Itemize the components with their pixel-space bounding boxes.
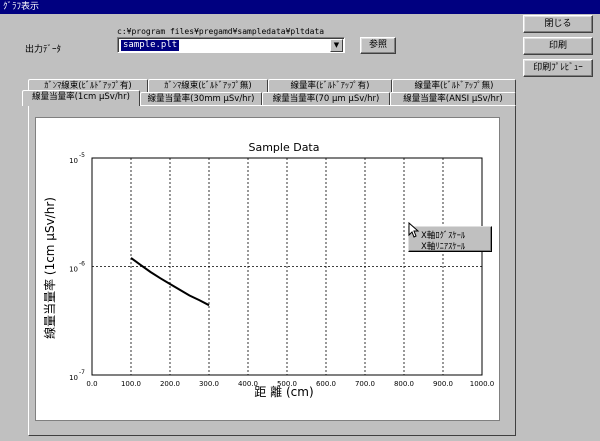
output-file-combo[interactable]: sample.plt ▼	[117, 37, 345, 53]
x-tick-label: 500.0	[277, 380, 297, 388]
x-tick-label: 800.0	[394, 380, 414, 388]
x-tick-label: 700.0	[355, 380, 375, 388]
browse-button[interactable]: 参照	[360, 37, 396, 54]
tab-gamma-flux-no-buildup[interactable]: ｶﾞﾝﾏ線束(ﾋﾞﾙﾄﾞｱｯﾌﾟ無)	[148, 79, 268, 93]
x-tick-label: 600.0	[316, 380, 336, 388]
output-file-value: sample.plt	[121, 40, 180, 51]
y-tick-label: 10	[69, 266, 78, 274]
tab-dose-eq-70um[interactable]: 線量当量率(70 μm μSv/hr)	[262, 92, 390, 106]
tab-dose-eq-ansi[interactable]: 線量当量率(ANSI μSv/hr)	[390, 92, 516, 106]
chart-area: Sample Data 距 離 (cm) 線量当量率 (1cm μSv/hr) …	[35, 117, 500, 421]
x-tick-label: 100.0	[121, 380, 141, 388]
tab-dose-eq-1cm[interactable]: 線量当量率(1cm μSv/hr)	[22, 90, 140, 106]
x-tick-label: 1000.0	[470, 380, 495, 388]
y-tick-label: 10	[69, 374, 78, 382]
x-tick-label: 0.0	[86, 380, 97, 388]
tab-dose-rate-buildup[interactable]: 線量率(ﾋﾞﾙﾄﾞｱｯﾌﾟ有)	[268, 79, 392, 93]
print-preview-button[interactable]: 印刷ﾌﾟﾚﾋﾞｭｰ	[523, 59, 593, 77]
y-tick-exponent: -6	[79, 261, 85, 268]
output-data-label: 出力ﾃﾞｰﾀ	[25, 45, 62, 55]
x-tick-label: 200.0	[160, 380, 180, 388]
menu-item-x-linear-scale[interactable]: X軸ﾘﾆｱｽｹｰﾙ	[421, 240, 465, 252]
x-tick-label: 300.0	[199, 380, 219, 388]
tab-dose-rate-no-buildup[interactable]: 線量率(ﾋﾞﾙﾄﾞｱｯﾌﾟ無)	[392, 79, 516, 93]
mouse-cursor-icon	[408, 222, 420, 238]
y-tick-label: 10	[69, 157, 78, 165]
y-axis-label: 線量当量率 (1cm μSv/hr)	[42, 197, 57, 339]
y-tick-exponent: -5	[79, 152, 85, 159]
x-tick-label: 900.0	[433, 380, 453, 388]
output-path: c:¥program files¥pregamd¥sampledata¥pltd…	[117, 27, 325, 36]
window-title: ｸﾞﾗﾌ表示	[0, 0, 600, 14]
print-button[interactable]: 印刷	[523, 37, 593, 55]
tab-dose-eq-30mm[interactable]: 線量当量率(30mm μSv/hr)	[140, 92, 262, 106]
dose-rate-chart: Sample Data 距 離 (cm) 線量当量率 (1cm μSv/hr) …	[42, 141, 495, 399]
chevron-down-icon[interactable]: ▼	[330, 39, 343, 52]
y-tick-exponent: -7	[79, 369, 85, 376]
close-button[interactable]: 閉じる	[523, 15, 593, 33]
chart-title: Sample Data	[248, 141, 319, 154]
x-tick-label: 400.0	[238, 380, 258, 388]
